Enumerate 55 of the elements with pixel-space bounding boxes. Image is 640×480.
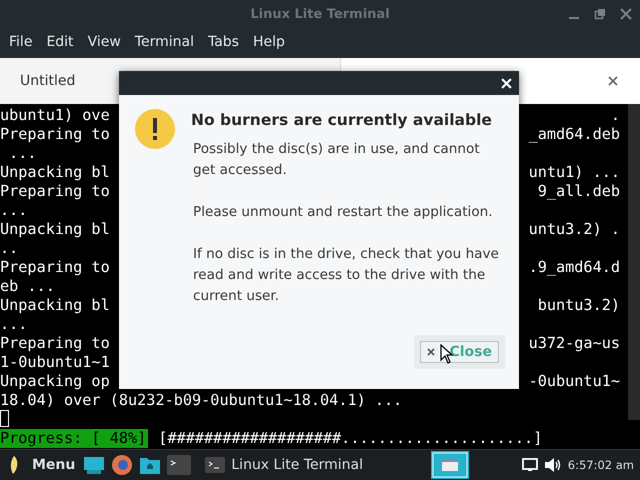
browser-icon[interactable] <box>111 454 134 476</box>
terminal-text: -0ubuntu1~ <box>528 372 620 391</box>
terminal-text: 18.04) over (8u232-b09-0ubuntu1~18.04.1) ... <box>0 391 402 410</box>
terminal-text: eb ... <box>0 277 55 296</box>
scrollbar[interactable] <box>628 104 640 420</box>
menu-item[interactable]: File <box>4 34 38 50</box>
workspace-icon[interactable] <box>430 451 469 479</box>
terminal-text: untu1) ... <box>528 163 620 182</box>
display-icon[interactable] <box>522 458 538 472</box>
window-title: Linux Lite Terminal <box>250 6 390 22</box>
dialog-heading: No burners are currently available <box>191 111 493 129</box>
maximize-icon[interactable] <box>594 8 606 20</box>
terminal-text: ubuntu1) ove <box>0 106 110 125</box>
terminal-text: Preparing to <box>0 125 110 144</box>
clock[interactable]: 6:57:02 am <box>568 458 634 472</box>
terminal-text: .9_amd64.d <box>528 258 620 277</box>
terminal-text: Preparing to <box>0 182 110 201</box>
dialog-message: If no disc is in the drive, check that you have read and write access to the drive with the current user. <box>193 245 500 306</box>
menu-item[interactable]: Help <box>248 34 290 50</box>
terminal-text: Unpacking bl <box>0 220 110 239</box>
terminal-text: ... <box>8 144 37 163</box>
terminal-text: ... <box>0 201 28 220</box>
menu-item[interactable]: Edit <box>41 34 79 50</box>
terminal-text: buntu3.2) <box>538 296 620 315</box>
menu-item[interactable]: Terminal <box>130 34 199 50</box>
taskbar-item[interactable]: Linux Lite Terminal <box>205 457 363 473</box>
folder-icon[interactable] <box>139 455 162 475</box>
dialog-message: Please unmount and restart the application. <box>193 203 494 222</box>
volume-icon[interactable] <box>544 457 562 473</box>
warning-icon <box>135 109 175 149</box>
terminal-text: .. <box>0 239 18 258</box>
progress-bar-text: [###################.....................] <box>158 429 542 448</box>
terminal-text: Preparing to <box>0 258 110 277</box>
menu-item[interactable]: Tabs <box>202 34 244 50</box>
terminal-text: . <box>610 106 620 125</box>
terminal-text: Unpacking op <box>0 372 110 391</box>
terminal-text: untu3.2) . <box>528 220 620 239</box>
text-cursor <box>0 410 9 427</box>
terminal-text: _amd64.deb <box>528 125 620 144</box>
terminal-icon[interactable] <box>167 455 192 475</box>
close-icon <box>427 348 436 356</box>
terminal-text: Preparing to <box>0 334 110 353</box>
terminal-text: u372-ga~us <box>528 334 620 353</box>
terminal-text: Unpacking bl <box>0 296 110 315</box>
dialog-message: Possibly the disc(s) are in use, and cannot get accessed. <box>193 140 481 180</box>
terminal-text: Unpacking bl <box>0 163 110 182</box>
terminal-text: ... <box>0 315 28 334</box>
menu-item[interactable]: View <box>82 34 126 50</box>
terminal-text: 1-0ubuntu1~1 <box>0 353 110 372</box>
menu-button[interactable]: Menu <box>32 457 76 473</box>
desktop-icon[interactable] <box>83 455 106 475</box>
terminal-text: 9_all.deb <box>538 182 620 201</box>
feather-icon[interactable] <box>8 455 20 475</box>
progress-label: Progress: [ 48%] <box>0 429 148 448</box>
terminal-icon <box>205 457 226 473</box>
